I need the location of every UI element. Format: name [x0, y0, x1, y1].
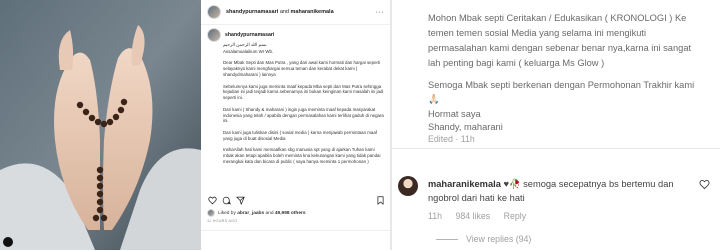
caption-line: 🙏🏻	[428, 94, 440, 104]
reply-button[interactable]: Reply	[504, 211, 527, 221]
bookmark-icon[interactable]	[375, 195, 385, 205]
post-details: shandypurnamasari and maharanikemala ···…	[201, 0, 390, 250]
comments-zoom-panel: Mohon Mbak septi Ceritakan / Edukasikan …	[392, 0, 720, 250]
caption-paragraph: Assalamualaikum Wr Wb.	[223, 48, 274, 54]
likes-count[interactable]: 49,998 others	[275, 211, 306, 216]
add-comment-area[interactable]	[201, 230, 390, 251]
caption-paragraph: Dan kami juga tuliskan disini ( sosial m…	[223, 129, 377, 141]
view-replies-label[interactable]: View replies (94)	[466, 234, 531, 244]
liker-username[interactable]: abrar_jaabs	[237, 211, 264, 216]
liked-by-middle: and	[265, 210, 274, 216]
post-photo	[0, 0, 201, 250]
caption-line: Shandy, maharani	[428, 122, 503, 132]
caption-avatar[interactable]	[207, 28, 221, 42]
post-header: shandypurnamasari and maharanikemala ···	[201, 0, 390, 25]
author-username[interactable]: shandypurnamasari	[226, 9, 278, 15]
comment-line-2: ngobrol dari hati ke hati	[428, 193, 525, 203]
edited-time: Edited · 11h	[428, 134, 475, 144]
caption-line: lah penting bagi kami ( keluarga Ms Glow…	[428, 58, 605, 68]
caption-paragraph: Sebelumnya kami juga meminta maaf kepada…	[223, 83, 384, 101]
liked-by-prefix: Liked by	[218, 210, 236, 216]
comment-line-1: maharanikemala ♥🥀 semoga secepatnya bs b…	[428, 178, 674, 191]
share-icon[interactable]	[235, 195, 245, 205]
liked-by: Liked by abrar_jaabs and 49,998 others	[207, 209, 306, 217]
comment-icon[interactable]	[221, 195, 231, 205]
comment-meta: 11h 984 likes Reply	[428, 211, 526, 221]
comment-username[interactable]: maharanikemala	[428, 179, 501, 189]
comment-like-heart-icon[interactable]	[699, 179, 710, 190]
post-author-line: shandypurnamasari and maharanikemala	[226, 9, 334, 15]
post-time[interactable]: 11 HOURS AGO	[207, 219, 237, 223]
caption-paragraph: بسم الله الرحمن الرحيم	[223, 42, 267, 47]
caption-body: بسم الله الرحمن الرحيم Assalamualaikum W…	[223, 42, 385, 165]
caption-line: Hormat saya	[428, 109, 481, 119]
comment-likes[interactable]: 984 likes	[455, 211, 490, 221]
post-actions	[207, 194, 385, 206]
caption-line: Mohon Mbak septi Ceritakan / Edukasikan …	[428, 13, 687, 23]
caption-paragraph: InshaAllah hati kami memaafkan sbg manus…	[223, 147, 381, 164]
liker-avatar	[207, 209, 215, 217]
comment-time: 11h	[428, 211, 443, 221]
view-replies-button[interactable]: View replies (94)	[436, 234, 531, 244]
more-options-icon[interactable]: ···	[376, 9, 385, 16]
heart-icon[interactable]	[207, 195, 217, 205]
comment-text: ♥🥀 semoga secepatnya bs bertemu dan	[503, 179, 674, 189]
instagram-post-panel: shandypurnamasari and maharanikemala ···…	[0, 0, 390, 250]
caption-line: Semoga Mbak septi berkenan dengan Permoh…	[428, 80, 695, 90]
caption-paragraph: Dear Mbak Septi dan Mas Putra , yang dar…	[223, 60, 381, 77]
comment-avatar[interactable]	[398, 176, 418, 196]
caption-username[interactable]: shandypurnamasari	[225, 32, 274, 38]
caption-line: temen temen sosial Media yang selama ini…	[428, 28, 647, 38]
author-conjunction: and	[279, 9, 289, 15]
avatar[interactable]	[207, 5, 221, 19]
caption-paragraph: Dari kami ( Shandy & maharani ) ingin ju…	[223, 106, 384, 124]
separator	[392, 148, 720, 149]
post-caption: shandypurnamasari بسم الله الرحمن الرحيم…	[207, 28, 385, 188]
collaborator-username[interactable]: maharanikemala	[291, 9, 334, 15]
caption-line: permasalahan kami dengan sebenar benar n…	[428, 43, 692, 53]
